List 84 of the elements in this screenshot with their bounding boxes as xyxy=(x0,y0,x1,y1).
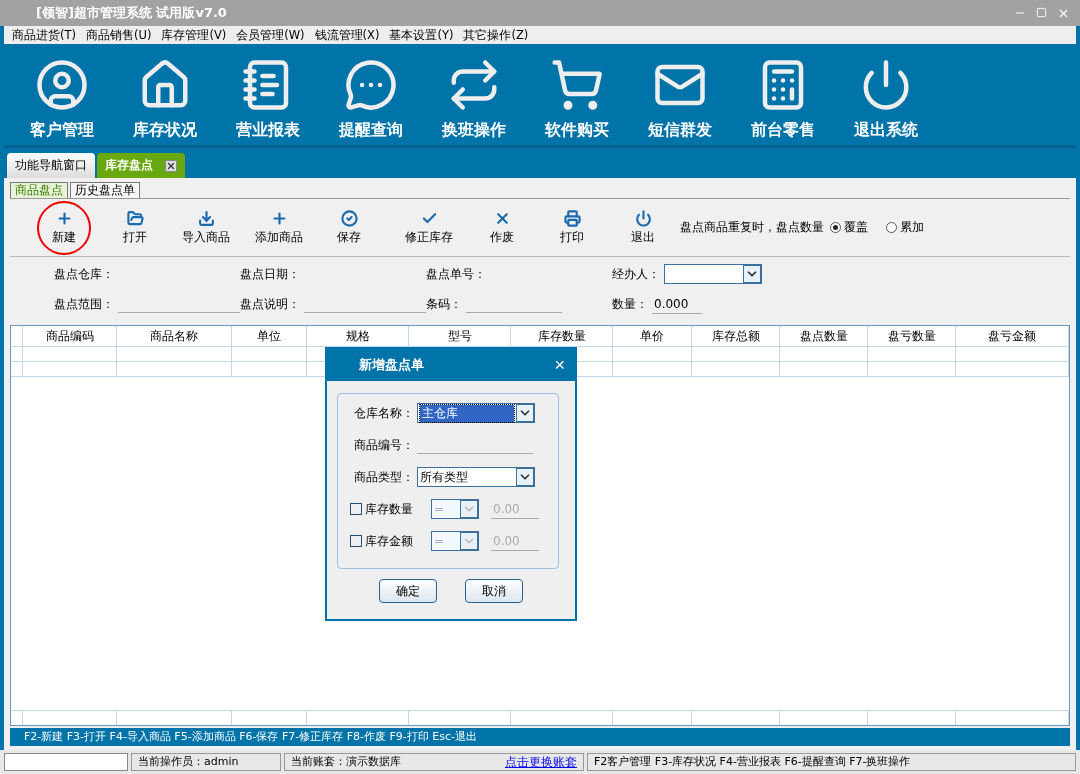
toolbar-button[interactable]: 退出 xyxy=(612,202,674,253)
checkbox-label: 库存金额 xyxy=(365,532,413,550)
select-field[interactable]: 所有类型 xyxy=(417,467,535,487)
check-circle-icon xyxy=(340,209,358,227)
nav-button[interactable]: 营业报表 xyxy=(216,58,319,145)
column-header: 库存总额 xyxy=(692,326,780,346)
field-label: 盘点说明： xyxy=(240,295,300,313)
menu-item[interactable]: 会员管理(W) xyxy=(236,27,305,43)
status-text: 当前操作员：admin xyxy=(138,754,239,770)
input-field[interactable]: 0.000 xyxy=(652,294,702,314)
nav-button[interactable]: 换班操作 xyxy=(422,58,525,145)
toolbar-button[interactable]: 打印 xyxy=(532,202,612,253)
column-header: 单位 xyxy=(232,326,307,346)
field-label: 盘点仓库： xyxy=(54,265,114,283)
dialog-button[interactable]: 取消 xyxy=(465,579,523,603)
toolbar-button[interactable]: 新建 xyxy=(24,202,104,253)
download-icon xyxy=(197,209,215,227)
toolbar-button[interactable]: 保存 xyxy=(312,202,386,253)
nav-button[interactable]: 短信群发 xyxy=(628,58,731,145)
plus-icon xyxy=(270,209,288,227)
power-icon xyxy=(634,209,652,227)
dialog-title: 新增盘点单 xyxy=(359,356,424,374)
toolbar-button[interactable]: 作废 xyxy=(472,202,532,253)
status-text: 当前账套：演示数据库 xyxy=(291,754,401,770)
menu-item[interactable]: 钱流管理(X) xyxy=(314,27,380,43)
nav-button[interactable]: 退出系统 xyxy=(834,58,937,145)
nav-button[interactable]: 软件购买 xyxy=(525,58,628,145)
maximize-icon[interactable] xyxy=(1036,6,1047,18)
column-header: 单价 xyxy=(613,326,692,346)
user-icon xyxy=(34,58,89,112)
shortcut-bar: F2-新建 F3-打开 F4-导入商品 F5-添加商品 F6-保存 F7-修正库存 F8-作废 F9-打印 Esc-退出 xyxy=(10,728,1070,746)
field-label: 商品类型： xyxy=(354,468,414,486)
column-header: 盘亏数量 xyxy=(868,326,956,346)
menu-item[interactable]: 其它操作(Z) xyxy=(463,27,529,43)
field-label: 经办人： xyxy=(612,265,660,283)
window-title: [领智]超市管理系统 试用版v7.0 xyxy=(36,4,228,22)
column-header: 盘亏金额 xyxy=(956,326,1069,346)
plus-icon xyxy=(55,209,73,227)
toolbar-button[interactable]: 添加商品 xyxy=(246,202,312,253)
cart-icon xyxy=(549,58,604,112)
nav-button[interactable]: 库存状况 xyxy=(113,58,216,145)
toolbar-button[interactable]: 打开 xyxy=(104,202,166,253)
radio-option[interactable]: 覆盖 xyxy=(830,219,868,236)
folder-icon xyxy=(126,209,144,227)
nav-button[interactable]: 提醒查询 xyxy=(319,58,422,145)
status-field[interactable] xyxy=(4,753,128,771)
printer-icon xyxy=(563,209,581,227)
column-header: 库存数量 xyxy=(511,326,613,346)
select-field[interactable]: 主仓库 xyxy=(417,403,535,423)
status-text: F2客户管理 F3-库存状况 F4-营业报表 F6-提醒查询 F7-换班操作 xyxy=(594,754,911,770)
column-header: 商品名称 xyxy=(117,326,232,346)
field-label: 商品编号： xyxy=(354,436,414,454)
checkbox-label: 库存数量 xyxy=(365,500,413,518)
tab[interactable]: 功能导航窗口 xyxy=(7,153,95,178)
nav-button[interactable]: 客户管理 xyxy=(10,58,113,145)
menu-item[interactable]: 商品销售(U) xyxy=(86,27,152,43)
menu-item[interactable]: 库存管理(V) xyxy=(161,27,227,43)
close-button[interactable]: × xyxy=(554,356,565,374)
field-label: 盘点单号： xyxy=(426,265,486,283)
option-label: 盘点商品重复时，盘点数量 xyxy=(680,219,824,236)
nav-button[interactable]: 前台零售 xyxy=(731,58,834,145)
tab[interactable]: 历史盘点单 xyxy=(70,182,140,198)
checkbox[interactable] xyxy=(350,535,362,547)
column-header: 规格 xyxy=(307,326,409,346)
field-label: 条码： xyxy=(426,295,462,313)
select-field[interactable] xyxy=(664,264,762,284)
tab[interactable]: 商品盘点 xyxy=(10,182,68,198)
menu-item[interactable]: 商品进货(T) xyxy=(12,27,76,43)
menu-item[interactable]: 基本设置(Y) xyxy=(389,27,454,43)
change-account-link[interactable]: 点击更换账套 xyxy=(505,754,577,770)
field-label: 盘点日期： xyxy=(240,265,300,283)
column-header: 盘点数量 xyxy=(780,326,868,346)
field-label: 数量： xyxy=(612,295,648,313)
radio-option[interactable]: 累加 xyxy=(886,219,924,236)
field-label: 仓库名称： xyxy=(354,404,414,422)
column-header: 商品编码 xyxy=(23,326,117,346)
toolbar-button[interactable]: 导入商品 xyxy=(166,202,246,253)
dialog-button[interactable]: 确定 xyxy=(379,579,437,603)
close-icon[interactable] xyxy=(165,159,177,172)
toolbar-button[interactable]: 修正库存 xyxy=(386,202,472,253)
highlight-ring xyxy=(37,200,91,255)
column-header: 型号 xyxy=(409,326,511,346)
field-label: 盘点范围： xyxy=(54,295,114,313)
checkbox[interactable] xyxy=(350,503,362,515)
